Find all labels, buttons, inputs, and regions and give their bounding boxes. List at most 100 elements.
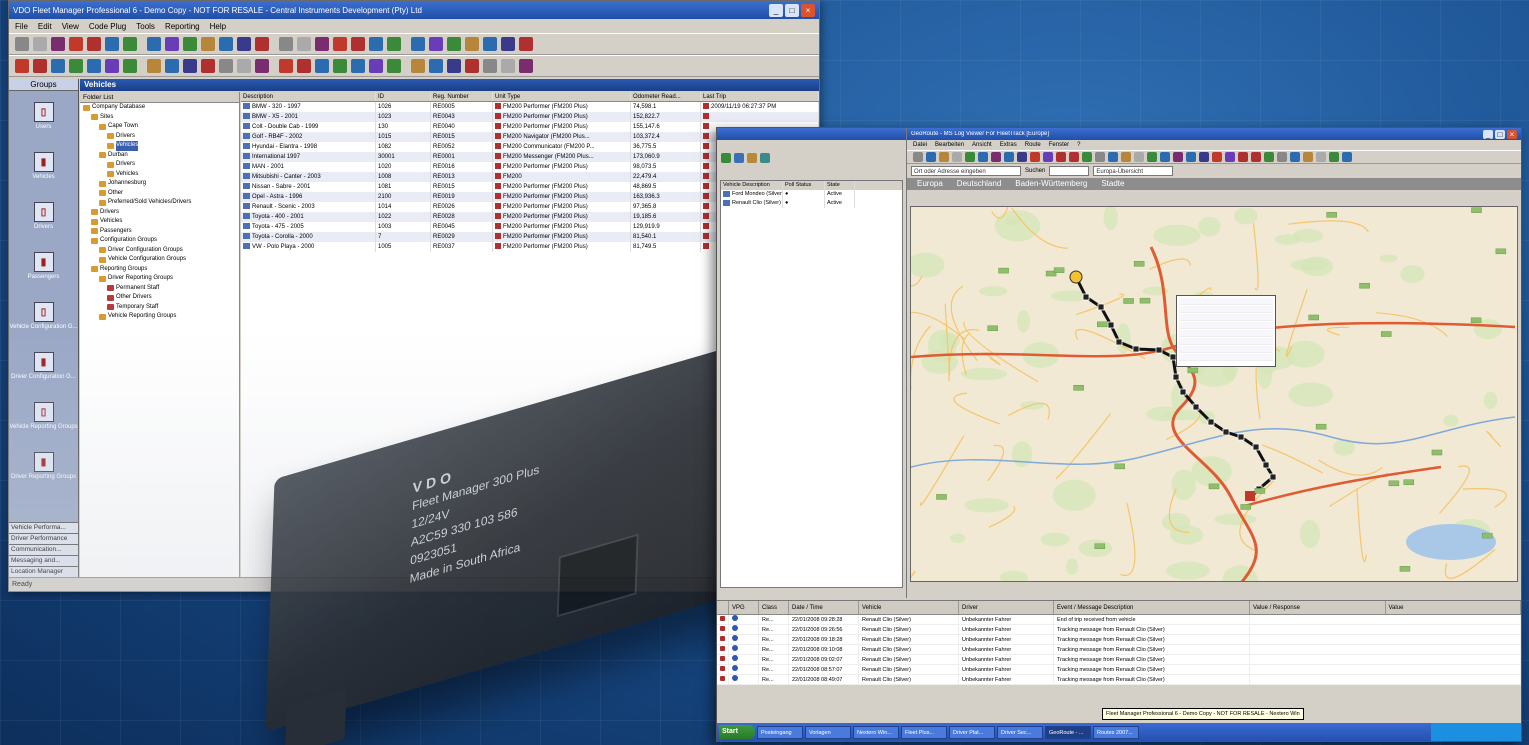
close-button[interactable]: × — [801, 3, 815, 17]
maximize-button[interactable]: □ — [785, 3, 799, 17]
event-column-header[interactable]: Vehicle — [859, 601, 959, 614]
map-toolbar-button-icon[interactable] — [1069, 152, 1079, 162]
tree-item[interactable]: Reporting Groups — [80, 265, 239, 275]
taskbar-item[interactable]: Nextero Win... — [853, 725, 899, 739]
breadcrumb-item[interactable]: Stadte — [1101, 178, 1124, 190]
map-toolbar-button-icon[interactable] — [926, 152, 936, 162]
toolbar-button-icon[interactable] — [465, 37, 479, 51]
nav-button[interactable]: Vehicle Performa... — [9, 522, 78, 533]
nav-item-driver-reporting-groups[interactable]: ▮ Driver Reporting Groups — [9, 441, 78, 491]
context-menu-item[interactable] — [1179, 322, 1273, 329]
vehicle-list-column[interactable]: State — [825, 181, 855, 190]
context-menu-item[interactable] — [1179, 330, 1273, 337]
event-row[interactable]: Re... 22/01/2008 08:49:07 Renault Clio (Si… — [717, 675, 1521, 685]
toolbar-button-icon[interactable] — [219, 37, 233, 51]
map-toolbar-button-icon[interactable] — [1056, 152, 1066, 162]
toolbar-button-icon[interactable] — [387, 59, 401, 73]
tree-item[interactable]: Temporary Staff — [80, 303, 239, 313]
event-row[interactable]: Re... 22/01/2008 09:28:28 Renault Clio (Si… — [717, 615, 1521, 625]
toolbar-button-icon[interactable] — [33, 59, 47, 73]
tree-item[interactable]: Other — [80, 189, 239, 199]
map-toolbar-button-icon[interactable] — [1264, 152, 1274, 162]
toolbar-button-icon[interactable] — [483, 37, 497, 51]
event-column-header[interactable]: Value / Response — [1250, 601, 1386, 614]
map-toolbar-button-icon[interactable] — [965, 152, 975, 162]
map-menu-item[interactable]: Datei — [913, 142, 927, 148]
map-toolbar-button-icon[interactable] — [1004, 152, 1014, 162]
context-menu-item[interactable] — [1179, 298, 1273, 305]
event-row[interactable]: Re... 22/01/2008 08:57:07 Renault Clio (Si… — [717, 665, 1521, 675]
nav-item-driver-configuration-g-[interactable]: ▮ Driver Configuration G... — [9, 341, 78, 391]
column-header[interactable]: Description — [241, 92, 376, 101]
map-menu-item[interactable]: Fenster — [1049, 142, 1069, 148]
toolbar-button-icon[interactable] — [429, 59, 443, 73]
vehicle-list-column[interactable]: Poll Status — [783, 181, 825, 190]
toolbar-button-icon[interactable] — [33, 37, 47, 51]
column-header[interactable]: Last Trip — [701, 92, 819, 101]
context-menu-item[interactable] — [1179, 306, 1273, 313]
toolbar-button-icon[interactable] — [201, 59, 215, 73]
map-toolbar-button-icon[interactable] — [913, 152, 923, 162]
map-toolbar-button-icon[interactable] — [1277, 152, 1287, 162]
toolbar-button-icon[interactable] — [219, 59, 233, 73]
search-button[interactable]: Suchen — [1025, 168, 1045, 174]
nav-button[interactable]: Communication... — [9, 544, 78, 555]
toolbar-button-icon[interactable] — [333, 37, 347, 51]
toolbar-button-icon[interactable] — [147, 37, 161, 51]
toolbar-button-icon[interactable] — [411, 59, 425, 73]
taskbar-item[interactable]: Vorlagen — [805, 725, 851, 739]
tree-item[interactable]: Drivers — [80, 208, 239, 218]
taskbar-item[interactable]: Driver Plat... — [949, 725, 995, 739]
event-column-header[interactable]: Driver — [959, 601, 1054, 614]
menu-help[interactable]: Help — [210, 22, 226, 31]
toolbar-button-icon[interactable] — [15, 59, 29, 73]
toolbar-button-icon[interactable] — [147, 59, 161, 73]
event-row[interactable]: Re... 22/01/2008 09:02:07 Renault Clio (Si… — [717, 655, 1521, 665]
toolbar-button-icon[interactable] — [51, 37, 65, 51]
nav-item-passengers[interactable]: ▮ Passengers — [9, 241, 78, 291]
tree-item[interactable]: Company Database — [80, 103, 239, 113]
vehicle-list-row[interactable]: Ford Mondeo (Silver) ● Active — [721, 190, 902, 199]
map-toolbar-button-icon[interactable] — [1160, 152, 1170, 162]
map-toolbar-button-icon[interactable] — [1238, 152, 1248, 162]
toolbar-button-icon[interactable] — [237, 37, 251, 51]
toolbar-button-icon[interactable] — [69, 59, 83, 73]
menu-file[interactable]: File — [15, 22, 28, 31]
table-row[interactable]: BMW - 320 - 1997 1026 RE0005 FM200 Performe… — [241, 102, 819, 112]
toolbar-button-icon[interactable] — [447, 37, 461, 51]
nav-item-users[interactable]: ▯ Users — [9, 91, 78, 141]
event-column-header[interactable]: Date / Time — [789, 601, 859, 614]
toolbar-button-icon[interactable] — [279, 37, 293, 51]
toolbar-button-icon[interactable] — [387, 37, 401, 51]
toolbar-button-icon[interactable] — [87, 37, 101, 51]
toolbar-button-icon[interactable] — [255, 59, 269, 73]
map-toolbar-button-icon[interactable] — [1082, 152, 1092, 162]
tree-item[interactable]: Vehicles — [80, 170, 239, 180]
tree-item[interactable]: Vehicle Reporting Groups — [80, 312, 239, 322]
toolbar-button-icon[interactable] — [429, 37, 443, 51]
toolbar-button-icon[interactable] — [237, 59, 251, 73]
map-view[interactable] — [910, 206, 1518, 582]
minimize-button[interactable]: _ — [769, 3, 783, 17]
tree-item[interactable]: Drivers — [80, 132, 239, 142]
taskbar-item[interactable]: Driver Sec... — [997, 725, 1043, 739]
event-row[interactable]: Re... 22/01/2008 09:18:28 Renault Clio (Si… — [717, 635, 1521, 645]
toolbar-button-icon[interactable] — [447, 59, 461, 73]
menu-code-plug[interactable]: Code Plug — [89, 22, 126, 31]
toolbar-button-icon[interactable] — [519, 59, 533, 73]
tree-item[interactable]: Johannesburg — [80, 179, 239, 189]
tree-item[interactable]: Cape Town — [80, 122, 239, 132]
toolbar-button-icon[interactable] — [201, 37, 215, 51]
event-column-header[interactable]: Event / Message Description — [1054, 601, 1250, 614]
event-row[interactable]: Re... 22/01/2008 09:26:56 Renault Clio (Si… — [717, 625, 1521, 635]
toolbar-button-icon[interactable] — [279, 59, 293, 73]
toolbar-button-icon[interactable] — [183, 37, 197, 51]
event-row[interactable]: Re... 22/01/2008 09:10:08 Renault Clio (Si… — [717, 645, 1521, 655]
map-toolbar-button-icon[interactable] — [1212, 152, 1222, 162]
toolbar-button-icon[interactable] — [411, 37, 425, 51]
table-row[interactable]: BMW - X5 - 2001 1023 RE0043 FM200 Performer… — [241, 112, 819, 122]
tree-item[interactable]: Vehicle Configuration Groups — [80, 255, 239, 265]
nav-item-drivers[interactable]: ▯ Drivers — [9, 191, 78, 241]
taskbar-item[interactable]: GeoRoute - ... — [1045, 725, 1091, 739]
toolbar-button-icon[interactable] — [297, 37, 311, 51]
